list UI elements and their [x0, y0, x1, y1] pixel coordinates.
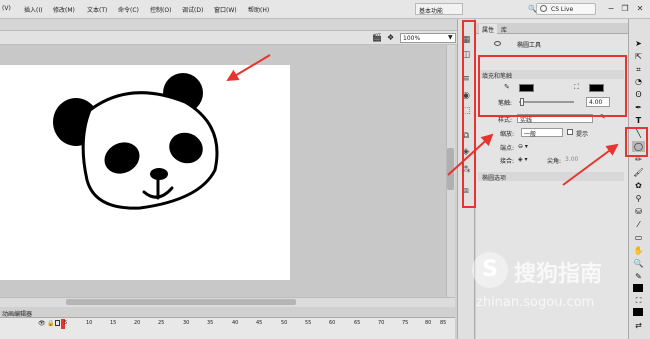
- hint-checkbox[interactable]: [567, 129, 573, 135]
- annotation-box-oval-tool: [625, 127, 648, 157]
- cap-label: 端点:: [500, 145, 515, 152]
- tab-properties[interactable]: 属性: [479, 24, 498, 35]
- scale-select[interactable]: 一般: [521, 128, 563, 138]
- tab-library[interactable]: 库: [498, 24, 510, 35]
- pen-tool-icon[interactable]: ✒: [632, 102, 645, 113]
- timeline-tick: 15: [110, 320, 117, 326]
- annotation-box-fill-stroke: [478, 55, 627, 117]
- restore-icon[interactable]: ❐: [619, 3, 631, 15]
- document-tab-bar: [0, 19, 460, 31]
- menu-window[interactable]: 窗口(W): [214, 5, 237, 14]
- fill-color-chip[interactable]: [633, 308, 643, 316]
- timeline-tick: 85: [440, 320, 447, 326]
- watermark-title: 搜狗指南: [514, 262, 603, 287]
- bone-tool-icon[interactable]: ⚲: [632, 193, 645, 204]
- timeline-tick: 45: [256, 320, 263, 326]
- timeline-tick: 30: [183, 320, 190, 326]
- oval-tool-icon: [494, 41, 501, 46]
- lock-icon[interactable]: 🔒: [47, 320, 54, 327]
- menu-modify[interactable]: 修改(M): [53, 5, 75, 14]
- timeline-tick: 50: [281, 320, 288, 326]
- stroke-color-chip[interactable]: [633, 284, 643, 292]
- timeline-tick: 10: [86, 320, 93, 326]
- menu-insert[interactable]: 插入(I): [24, 5, 42, 14]
- menu-control[interactable]: 控制(O): [150, 5, 171, 14]
- eraser-tool-icon[interactable]: ▭: [632, 232, 645, 243]
- watermark-url: zhinan.sogou.com: [476, 295, 595, 310]
- edit-symbol-icon[interactable]: ❖: [387, 33, 394, 42]
- zoom-tool-icon[interactable]: 🔍: [632, 258, 645, 269]
- lasso-tool-icon[interactable]: ʘ: [632, 89, 645, 100]
- edit-scene-icon[interactable]: 🎬: [372, 33, 382, 42]
- hint-label: 提示: [576, 131, 589, 138]
- menu-debug[interactable]: 调试(D): [182, 5, 203, 14]
- miter-input[interactable]: 3.00: [565, 156, 578, 163]
- brush-tool-icon[interactable]: 🖌: [632, 167, 645, 178]
- join-select[interactable]: ◈ ▾: [518, 156, 528, 163]
- eyedropper-tool-icon[interactable]: ⁄: [632, 219, 645, 230]
- annotation-box-panel-strip: [462, 20, 476, 208]
- menu-commands[interactable]: 命令(C): [118, 5, 139, 14]
- cap-select[interactable]: ⊖ ▾: [518, 143, 528, 150]
- vertical-scroll-thumb[interactable]: [447, 148, 454, 190]
- timeline-tick: 35: [207, 320, 214, 326]
- menu-text[interactable]: 文本(T): [87, 5, 107, 14]
- paint-bucket-tool-icon[interactable]: ⛁: [632, 206, 645, 217]
- timeline-header: [0, 307, 455, 317]
- deco-tool-icon[interactable]: ✿: [632, 180, 645, 191]
- scale-label: 缩放:: [500, 131, 515, 138]
- horizontal-scroll-thumb[interactable]: [66, 299, 296, 305]
- timeline-tick: 55: [305, 320, 312, 326]
- workspace-switcher[interactable]: 基本功能: [415, 3, 463, 15]
- free-transform-tool-icon[interactable]: ⌗: [632, 64, 645, 75]
- panda-drawing[interactable]: [50, 70, 235, 215]
- 3d-rotation-tool-icon[interactable]: ◔: [632, 76, 645, 87]
- outline-icon[interactable]: [55, 320, 60, 326]
- cs-live-icon: [540, 5, 547, 12]
- chevron-down-icon: ▼: [448, 34, 453, 41]
- timeline-tick: 5: [64, 320, 68, 326]
- swap-colors-icon[interactable]: ⇄: [632, 320, 645, 331]
- timeline-tick: 40: [232, 320, 239, 326]
- timeline-tick: 20: [134, 320, 141, 326]
- fill-color-icon[interactable]: ⛶: [632, 295, 645, 306]
- timeline-tick: 60: [329, 320, 336, 326]
- timeline-tick: 75: [402, 320, 409, 326]
- stroke-color-icon[interactable]: ✎: [632, 271, 645, 282]
- section-label: 椭圆选项: [482, 175, 507, 182]
- timeline-tick: 25: [158, 320, 165, 326]
- ellipse-options-section[interactable]: 椭圆选项: [478, 172, 624, 182]
- join-label: 接合:: [500, 158, 515, 165]
- close-icon[interactable]: ✕: [634, 3, 646, 15]
- tool-name: 椭圆工具: [517, 42, 542, 49]
- subselection-tool-icon[interactable]: ⇱: [632, 51, 645, 62]
- timeline-frames[interactable]: [0, 317, 455, 339]
- menu-help[interactable]: 帮助(H): [248, 5, 269, 14]
- timeline-tick: 80: [425, 320, 432, 326]
- timeline-tick: 65: [354, 320, 361, 326]
- minimize-icon[interactable]: −: [605, 3, 617, 15]
- text-tool-icon[interactable]: T: [632, 115, 645, 126]
- selection-tool-icon[interactable]: ➤: [632, 38, 645, 49]
- eye-icon[interactable]: 👁: [38, 320, 46, 327]
- timeline-tick: 70: [378, 320, 385, 326]
- menu-view[interactable]: (V): [2, 5, 11, 12]
- hand-tool-icon[interactable]: ✋: [632, 245, 645, 256]
- miter-label: 尖角:: [547, 158, 562, 165]
- watermark-logo: S: [472, 252, 508, 288]
